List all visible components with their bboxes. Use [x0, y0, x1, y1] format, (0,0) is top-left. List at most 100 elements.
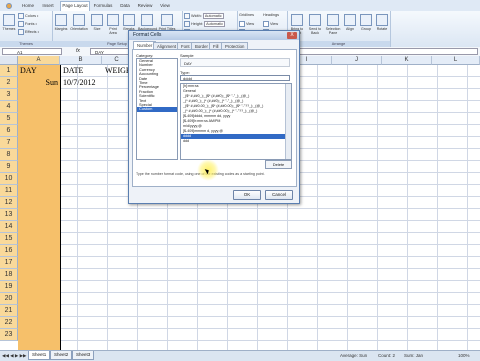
fonts-button[interactable]: Fonts •: [18, 21, 37, 27]
tab-insert[interactable]: Insert: [40, 2, 56, 10]
delete-button[interactable]: Delete: [265, 160, 292, 169]
align-button[interactable]: Align: [343, 13, 357, 33]
row-header[interactable]: 23: [0, 329, 18, 341]
name-box[interactable]: A1: [2, 48, 62, 55]
sheet-tab-sheet3[interactable]: Sheet3: [72, 351, 95, 360]
bring-front-icon: [291, 14, 303, 26]
row-header[interactable]: 1: [0, 65, 18, 77]
sheet-tab-bar: ◀◀ ◀ ▶ ▶▶ Sheet1 Sheet2 Sheet3 Average: …: [0, 350, 480, 361]
tab-data[interactable]: Data: [118, 2, 132, 10]
type-input[interactable]: dddd: [180, 75, 290, 81]
rotate-icon: [376, 14, 388, 26]
column-header-l[interactable]: L: [432, 56, 480, 65]
size-button[interactable]: Size: [90, 13, 104, 33]
fonts-icon: [18, 21, 24, 27]
tab-review[interactable]: Review: [136, 2, 154, 10]
tab-home[interactable]: Home: [20, 2, 36, 10]
align-icon: [344, 14, 356, 26]
background-icon: [141, 14, 153, 26]
column-header-b[interactable]: B: [60, 56, 102, 65]
cell-b1[interactable]: DATE: [63, 65, 83, 77]
effects-button[interactable]: Effects •: [18, 29, 39, 35]
row-header[interactable]: 10: [0, 173, 18, 185]
themes-button[interactable]: Themes: [2, 13, 16, 33]
selection-pane-icon: [327, 14, 339, 26]
column-header-k[interactable]: K: [382, 56, 432, 65]
row-header[interactable]: 15: [0, 233, 18, 245]
effects-icon: [18, 29, 24, 35]
row-header[interactable]: 18: [0, 269, 18, 281]
format-type-list[interactable]: [h]:mm:ss General _($* #,##0_);_($* (#,#…: [180, 83, 292, 160]
width-control[interactable]: Width: Automatic: [184, 13, 224, 19]
column-a-border: [60, 65, 61, 350]
sheet-nav-arrows[interactable]: ◀◀ ◀ ▶ ▶▶: [2, 352, 27, 360]
row-header[interactable]: 21: [0, 305, 18, 317]
rotate-button[interactable]: Rotate: [375, 13, 389, 33]
row-header[interactable]: 4: [0, 101, 18, 113]
row-header[interactable]: 14: [0, 221, 18, 233]
selection-pane-button[interactable]: Selection Pane: [325, 13, 341, 35]
orientation-button[interactable]: Orientation: [70, 13, 88, 33]
category-list[interactable]: General Number Currency Accounting Date …: [136, 58, 178, 160]
dialog-title: Format Cells: [129, 31, 299, 40]
group-icon: [360, 14, 372, 26]
format-type-item[interactable]: ddd: [181, 139, 291, 144]
height-control[interactable]: Height: Automatic: [184, 21, 225, 27]
sample-preview: DAY: [180, 58, 290, 67]
category-item-selected[interactable]: Custom: [137, 106, 177, 112]
column-header-j[interactable]: J: [332, 56, 382, 65]
office-button[interactable]: [2, 2, 16, 10]
row-header[interactable]: 9: [0, 161, 18, 173]
cell-a2[interactable]: Sun: [18, 77, 58, 89]
checkbox-checked-icon: [239, 21, 245, 27]
print-area-button[interactable]: Print Area: [106, 13, 120, 35]
row-header[interactable]: 17: [0, 257, 18, 269]
cell-b2[interactable]: 10/7/2012: [63, 77, 95, 89]
send-back-icon: [309, 14, 321, 26]
checkbox-checked-icon: [263, 21, 269, 27]
close-icon[interactable]: X: [287, 32, 297, 39]
arrange-group: Bring to Front Send to Back Selection Pa…: [287, 11, 391, 47]
row-header[interactable]: 6: [0, 125, 18, 137]
headings-label: Headings: [263, 13, 280, 17]
tab-view[interactable]: View: [158, 2, 172, 10]
row-header[interactable]: 22: [0, 317, 18, 329]
zoom-level[interactable]: 100%: [458, 352, 470, 360]
sheet-tab-sheet1[interactable]: Sheet1: [28, 351, 51, 360]
row-header[interactable]: 5: [0, 113, 18, 125]
status-count: Count: 2: [378, 353, 396, 358]
row-header[interactable]: 11: [0, 185, 18, 197]
row-header[interactable]: 3: [0, 89, 18, 101]
colors-icon: [18, 13, 24, 19]
row-header[interactable]: 13: [0, 209, 18, 221]
ok-button[interactable]: OK: [233, 190, 261, 200]
row-header[interactable]: 16: [0, 245, 18, 257]
column-header-a[interactable]: A: [18, 56, 60, 65]
tab-formulas[interactable]: Formulas: [92, 2, 114, 10]
status-average: Average: Sun: [340, 353, 368, 358]
send-to-back-button[interactable]: Send to Back: [307, 13, 323, 35]
cell-a1[interactable]: DAY: [20, 65, 37, 77]
row-header[interactable]: 12: [0, 197, 18, 209]
row-header[interactable]: 8: [0, 149, 18, 161]
gridlines-label: Gridlines: [239, 13, 254, 17]
colors-button[interactable]: Colors •: [18, 13, 38, 19]
row-header[interactable]: 2: [0, 77, 18, 89]
cancel-button[interactable]: Cancel: [265, 190, 293, 200]
breaks-icon: [123, 14, 135, 26]
sheet-tab-sheet2[interactable]: Sheet2: [50, 351, 73, 360]
type-list-scrollbar[interactable]: [285, 84, 291, 159]
selected-column-a[interactable]: [18, 65, 60, 350]
select-all-corner[interactable]: [0, 56, 18, 65]
gridlines-view-checkbox[interactable]: View: [239, 21, 254, 27]
orientation-icon: [73, 14, 85, 26]
row-header[interactable]: 20: [0, 293, 18, 305]
row-header[interactable]: 7: [0, 137, 18, 149]
margins-icon: [55, 14, 67, 26]
fx-icon[interactable]: fx: [76, 48, 80, 54]
headings-view-checkbox[interactable]: View: [263, 21, 278, 27]
group-button[interactable]: Group: [359, 13, 373, 33]
row-header[interactable]: 19: [0, 281, 18, 293]
status-sum: Sum: Jan: [404, 353, 424, 358]
margins-button[interactable]: Margins: [54, 13, 68, 33]
